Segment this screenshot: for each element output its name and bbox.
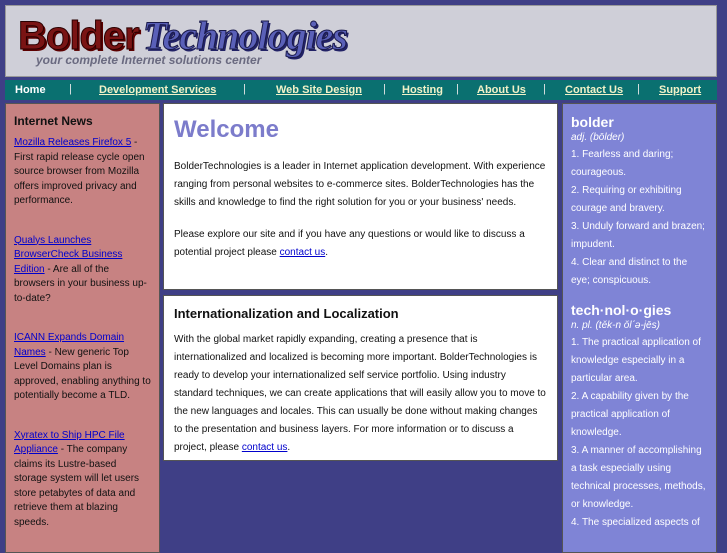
welcome-contact-text: Please explore our site and if you have … bbox=[174, 229, 525, 258]
dictionary-definition: 3. A manner of accomplishing a task espe… bbox=[571, 445, 706, 510]
nav-about-us[interactable]: About Us bbox=[477, 84, 526, 96]
logo-word-bolder: Bolder bbox=[18, 14, 141, 59]
dictionary-pronunciation: n. pl. (tĕk-n ŏlˊə-jēs) bbox=[571, 320, 660, 331]
dictionary-pronunciation: adj. (bōlder) bbox=[571, 132, 625, 143]
news-link[interactable]: Mozilla Releases Firefox 5 bbox=[14, 137, 131, 148]
nav-web-site-design[interactable]: Web Site Design bbox=[276, 84, 362, 96]
nav-separator: | bbox=[69, 83, 72, 95]
intl-title: Internationalization and Localization bbox=[174, 306, 399, 321]
welcome-panel: Welcome BolderTechnologies is a leader i… bbox=[163, 103, 558, 290]
intl-text: With the global market rapidly expanding… bbox=[174, 334, 546, 453]
dictionary-definition: 1. The practical application of knowledg… bbox=[571, 337, 701, 384]
nav-hosting[interactable]: Hosting bbox=[402, 84, 443, 96]
dictionary-definition: 3. Unduly forward and brazen; impudent. bbox=[571, 221, 705, 250]
nav-separator: | bbox=[243, 83, 246, 95]
intl-panel: Internationalization and Localization Wi… bbox=[163, 295, 558, 461]
nav-support[interactable]: Support bbox=[659, 84, 701, 96]
welcome-title: Welcome bbox=[174, 116, 279, 143]
news-item: ICANN Expands Domain Names - New generic… bbox=[14, 331, 151, 404]
welcome-contact-end: . bbox=[325, 247, 328, 258]
news-item: Mozilla Releases Firefox 5 - First rapid… bbox=[14, 136, 151, 209]
contact-us-link[interactable]: contact us bbox=[280, 247, 326, 258]
nav-development-services[interactable]: Development Services bbox=[99, 84, 216, 96]
tagline: your complete Internet solutions center bbox=[36, 53, 262, 67]
intl-text-end: . bbox=[287, 442, 291, 453]
dictionary-word: bolder bbox=[571, 114, 614, 130]
nav-bar: Home | Development Services | Web Site D… bbox=[5, 80, 717, 100]
nav-contact-us[interactable]: Contact Us bbox=[565, 84, 623, 96]
welcome-contact-paragraph: Please explore our site and if you have … bbox=[174, 226, 547, 262]
dictionary-definition: 2. A capability given by the practical a… bbox=[571, 391, 689, 438]
contact-us-link[interactable]: contact us bbox=[242, 442, 288, 453]
dictionary-definition: 4. Clear and distinct to the eye; conspi… bbox=[571, 257, 688, 286]
news-item: Qualys Launches BrowserCheck Business Ed… bbox=[14, 234, 151, 307]
nav-separator: | bbox=[383, 83, 386, 95]
nav-separator: | bbox=[543, 83, 546, 95]
logo[interactable]: Bolder Technologies bbox=[18, 12, 349, 59]
dictionary-definition: 4. The specialized aspects of bbox=[571, 517, 700, 528]
news-title: Internet News bbox=[14, 114, 93, 128]
welcome-paragraph: BolderTechnologies is a leader in Intern… bbox=[174, 161, 546, 208]
news-sidebar: Internet News Mozilla Releases Firefox 5… bbox=[5, 103, 160, 553]
logo-word-technologies: Technologies bbox=[142, 13, 348, 59]
nav-separator: | bbox=[637, 83, 640, 95]
dictionary-word: tech·nol·o·gies bbox=[571, 302, 672, 318]
dictionary-definition: 1. Fearless and daring; courageous. bbox=[571, 149, 674, 178]
intl-paragraph: With the global market rapidly expanding… bbox=[174, 331, 547, 457]
news-item: Xyratex to Ship HPC File Appliance - The… bbox=[14, 429, 151, 531]
dictionary-definition: 2. Requiring or exhibiting courage and b… bbox=[571, 185, 682, 214]
news-text: - The company claims its Lustre-based st… bbox=[14, 444, 140, 528]
dictionary-sidebar: bolder adj. (bōlder) 1. Fearless and dar… bbox=[562, 103, 717, 553]
nav-separator: | bbox=[456, 83, 459, 95]
nav-home[interactable]: Home bbox=[15, 84, 46, 96]
site-header: Bolder Technologies your complete Interne… bbox=[5, 5, 717, 77]
